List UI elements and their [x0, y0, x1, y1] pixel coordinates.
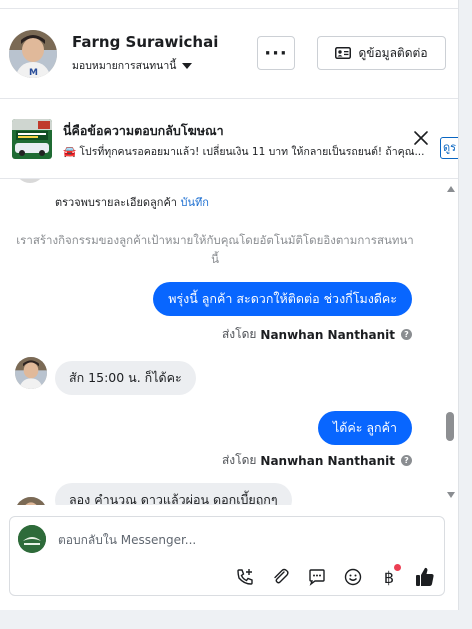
customer-avatar-small: [15, 497, 47, 505]
ad-reply-title: นี่คือข้อความตอบกลับโฆษณา: [63, 123, 224, 138]
svg-text:M: M: [29, 68, 38, 78]
header-divider: [0, 98, 458, 99]
incoming-message[interactable]: ลอง คำนวณ ดาวแล้วผ่อน ดอกเบี้ยถูกๆ: [55, 483, 292, 505]
baht-icon[interactable]: ฿: [376, 564, 402, 590]
scrollbar-thumb[interactable]: [446, 412, 454, 441]
reply-input[interactable]: ตอบกลับใน Messenger...: [58, 531, 196, 550]
saved-reply-icon[interactable]: [304, 564, 330, 590]
page-avatar: [18, 525, 46, 553]
emoji-icon[interactable]: [340, 564, 366, 590]
close-icon[interactable]: [412, 129, 430, 147]
chevron-down-icon: [182, 62, 193, 69]
outgoing-message[interactable]: ได้ค่ะ ลูกค้า: [317, 411, 412, 445]
assign-label: มอบหมายการสนทนานี้: [72, 60, 177, 72]
more-options-button[interactable]: ···: [257, 36, 295, 70]
assign-conversation-dropdown[interactable]: มอบหมายการสนทนานี้: [72, 57, 193, 74]
sent-by-prefix: ส่งโดย: [221, 327, 257, 341]
view-ad-button[interactable]: ดูร: [440, 137, 458, 159]
customer-avatar[interactable]: M: [9, 30, 57, 78]
incoming-message[interactable]: สัก 15:00 น. ก็ได้คะ: [55, 361, 196, 395]
thumbs-up-icon[interactable]: [412, 564, 438, 590]
composer-toolbar: ฿: [232, 564, 438, 590]
sent-by-label: ส่งโดย Nanwhan Nanthanit ?: [222, 451, 412, 470]
scroll-down-arrow-icon[interactable]: [447, 492, 455, 498]
more-icon: ···: [264, 42, 288, 64]
outgoing-message[interactable]: พรุ่งนี้ ลูกค้า สะดวกให้ติดต่อ ช่วงกี่โม…: [153, 282, 412, 316]
contact-card-icon: [335, 47, 352, 59]
ad-thumbnail[interactable]: [12, 119, 52, 159]
system-message: เราสร้างกิจกรรมของลูกค้าเป้าหมายให้กับคุ…: [16, 233, 414, 266]
message-thread[interactable]: ตรวจพบรายละเอียดลูกค้า บันทึก เราสร้างกิ…: [0, 179, 458, 505]
ad-text: 🚘 โปรที่ทุกคนรอคอยมาแล้ว! เปลี่ยนเงิน 11…: [63, 146, 425, 158]
customer-details-text: ตรวจพบรายละเอียดลูกค้า: [55, 196, 177, 209]
scroll-up-arrow-icon[interactable]: [447, 186, 455, 192]
customer-details-notice: ตรวจพบรายละเอียดลูกค้า บันทึก: [55, 193, 209, 211]
view-contact-label: ดูข้อมูลติดต่อ: [358, 45, 428, 60]
notification-dot: [394, 564, 401, 571]
sent-by-prefix: ส่งโดย: [221, 453, 257, 467]
customer-avatar-small: [15, 357, 47, 389]
avatar: [15, 179, 45, 183]
chat-scrollbar[interactable]: [443, 179, 457, 505]
sender-name: Nanwhan Nanthanit: [260, 327, 395, 342]
conversation-panel: M Farng Surawichai มอบหมายการสนทนานี้ ··…: [0, 0, 459, 610]
customer-name[interactable]: Farng Surawichai: [72, 33, 218, 51]
sender-name: Nanwhan Nanthanit: [260, 453, 395, 468]
save-details-link[interactable]: บันทึก: [180, 196, 208, 209]
help-icon[interactable]: ?: [401, 329, 412, 340]
top-divider: [0, 8, 458, 9]
call-add-icon[interactable]: [232, 564, 258, 590]
help-icon[interactable]: ?: [401, 455, 412, 466]
attachment-icon[interactable]: [268, 564, 294, 590]
sent-by-label: ส่งโดย Nanwhan Nanthanit ?: [222, 325, 412, 344]
view-contact-button[interactable]: ดูข้อมูลติดต่อ: [317, 36, 446, 70]
reply-composer[interactable]: ตอบกลับใน Messenger... ฿: [9, 516, 445, 596]
